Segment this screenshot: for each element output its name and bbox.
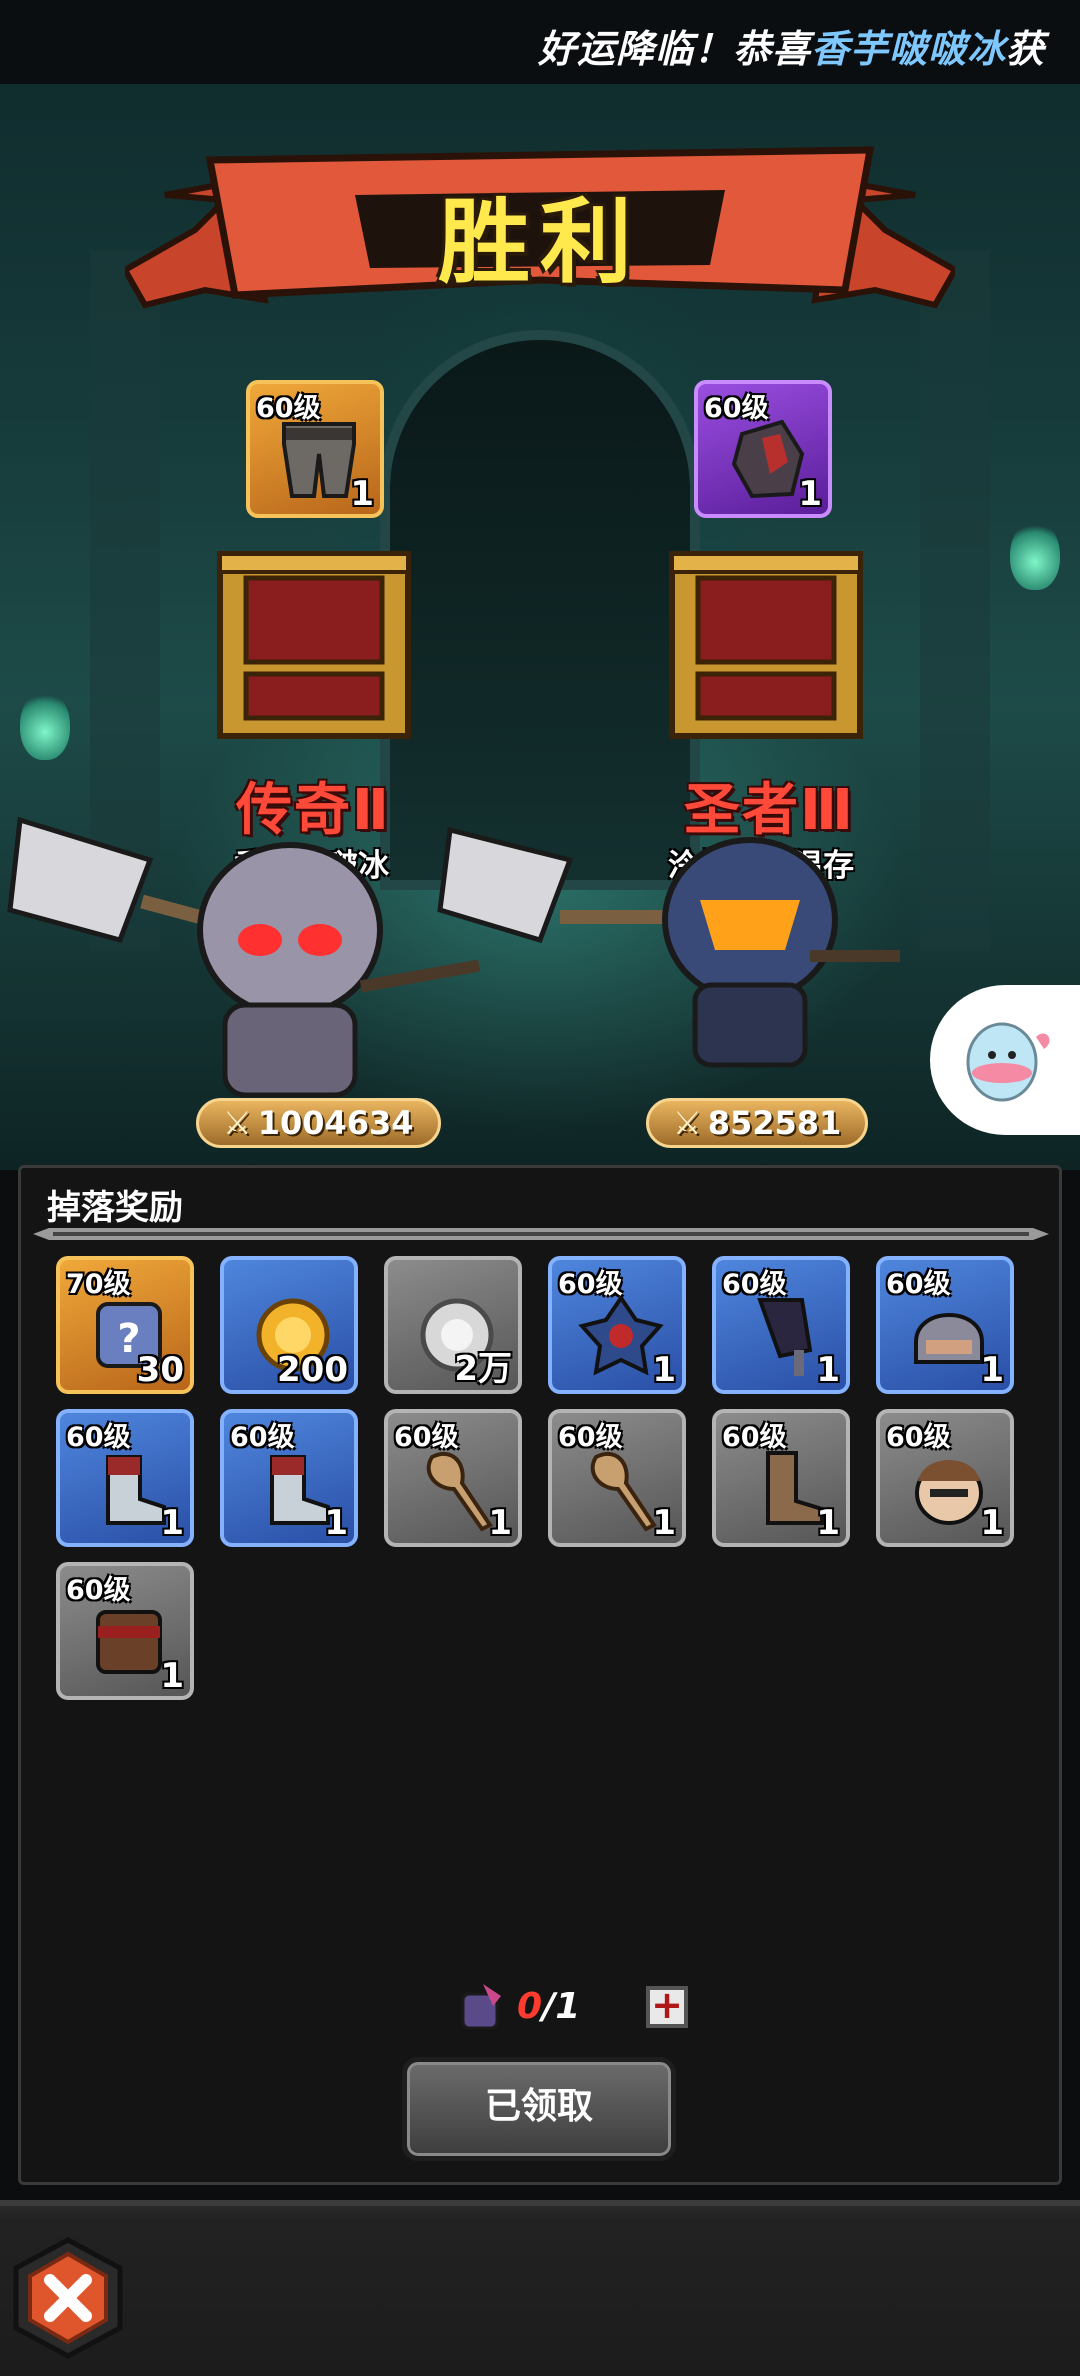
combat-power-value: 852581 <box>707 1104 842 1142</box>
item-count: 1 <box>160 1503 184 1543</box>
item-level: 60级 <box>558 1422 623 1453</box>
item-level: 60级 <box>886 1422 951 1453</box>
item-count: 1 <box>652 1350 676 1390</box>
item-count: 1 <box>324 1503 348 1543</box>
loot-item[interactable]: 60级 1 <box>548 1409 686 1547</box>
key-count-text: 0/1 <box>517 1986 580 2027</box>
item-level: 60级 <box>394 1422 459 1453</box>
victory-banner: 胜利 <box>125 140 955 320</box>
green-flame-icon <box>1010 520 1060 590</box>
loot-panel-title: 掉落奖励 <box>47 1188 183 1228</box>
bottom-bar <box>0 2200 1080 2376</box>
combat-power-value: 1004634 <box>257 1104 414 1142</box>
panel-divider <box>33 1228 1049 1240</box>
item-level: 60级 <box>230 1422 295 1453</box>
announcement-player-name: 香芋啵啵冰 <box>811 27 1007 71</box>
reward-chest-icon <box>217 551 411 739</box>
knight-character-icon <box>7 816 481 1098</box>
reward-chest-icon <box>669 551 863 739</box>
announcement-suffix: 获 <box>1006 27 1046 71</box>
announcement-marquee: 好运降临！恭喜香芋啵啵冰获 <box>0 0 1080 84</box>
item-count: 1 <box>798 474 822 514</box>
loot-item[interactable]: 60级 1 <box>876 1256 1014 1394</box>
key-current: 0 <box>517 1986 543 2027</box>
paladin-character-icon <box>437 826 900 1068</box>
item-count: 30 <box>136 1350 184 1390</box>
item-count: 1 <box>980 1503 1004 1543</box>
loot-item[interactable]: 60级 1 <box>56 1562 194 1700</box>
item-level: 60级 <box>722 1269 787 1300</box>
item-count: 1 <box>488 1503 512 1543</box>
announcement-text: 好运降临！恭喜香芋啵啵冰获 <box>538 18 1045 73</box>
claimed-button[interactable]: 已领取 <box>402 2057 676 2161</box>
close-x-icon[interactable] <box>6 2236 130 2360</box>
add-key-button[interactable]: + <box>646 1986 688 2028</box>
combat-power-badge: ⚔ 852581 <box>646 1098 869 1148</box>
announcement-prefix: 好运降临！恭喜 <box>538 27 812 71</box>
loot-item[interactable]: 60级 1 <box>56 1409 194 1547</box>
loot-item[interactable]: ? 70级 30 <box>56 1256 194 1394</box>
item-level: 60级 <box>558 1269 623 1300</box>
item-level: 70级 <box>66 1269 131 1300</box>
item-count: 1 <box>816 1503 840 1543</box>
item-count: 2万 <box>454 1349 512 1389</box>
penguin-avatar-icon <box>966 1022 1050 1102</box>
dungeon-pillar <box>920 250 990 950</box>
loot-item[interactable]: 60级 1 <box>220 1409 358 1547</box>
crossed-swords-icon: ⚔ <box>223 1104 252 1142</box>
loot-item[interactable]: 60级 1 <box>712 1409 850 1547</box>
item-count: 1 <box>816 1350 840 1390</box>
loser-reward-item[interactable]: 60级 1 <box>694 380 832 518</box>
combat-power-badge: ⚔ 1004634 <box>196 1098 441 1148</box>
item-level: 60级 <box>722 1422 787 1453</box>
loot-item[interactable]: 200 <box>220 1256 358 1394</box>
loot-item[interactable]: 2万 <box>384 1256 522 1394</box>
winner-reward-item[interactable]: 60级 1 <box>246 380 384 518</box>
item-count: 1 <box>350 474 374 514</box>
loot-item[interactable]: 60级 1 <box>548 1256 686 1394</box>
item-count: 1 <box>980 1350 1004 1390</box>
item-level: 60级 <box>704 393 769 424</box>
green-flame-icon <box>20 690 70 760</box>
item-level: 60级 <box>256 393 321 424</box>
crossed-swords-icon: ⚔ <box>673 1104 702 1142</box>
item-level: 60级 <box>66 1422 131 1453</box>
key-total: /1 <box>542 1986 581 2027</box>
item-count: 1 <box>652 1503 676 1543</box>
item-count: 200 <box>277 1350 348 1390</box>
loot-item[interactable]: 60级 1 <box>876 1409 1014 1547</box>
item-level: 60级 <box>886 1269 951 1300</box>
item-level: 60级 <box>66 1575 131 1606</box>
loot-item[interactable]: 60级 1 <box>384 1409 522 1547</box>
floating-avatar-button[interactable] <box>930 985 1080 1135</box>
item-count: 1 <box>160 1656 184 1696</box>
victory-title: 胜利 <box>437 189 642 296</box>
key-item-icon <box>461 1984 501 2030</box>
loot-item[interactable]: 60级 1 <box>712 1256 850 1394</box>
